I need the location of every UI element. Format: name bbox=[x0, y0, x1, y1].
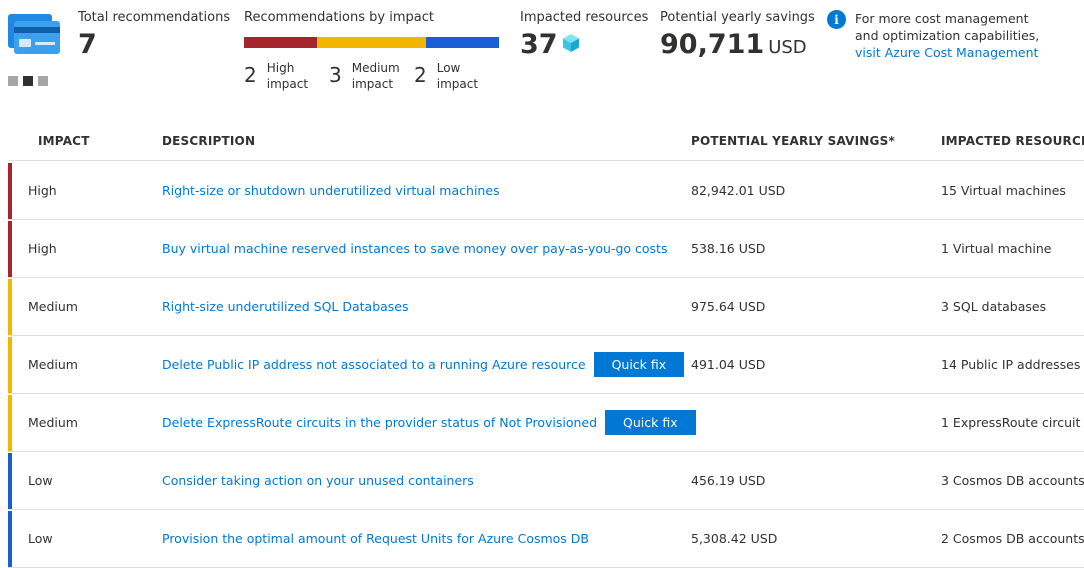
description-cell: Provision the optimal amount of Request … bbox=[162, 510, 589, 567]
pager-dot-3[interactable] bbox=[38, 76, 48, 86]
total-recommendations-value: 7 bbox=[78, 29, 97, 60]
impact-bar-high bbox=[244, 37, 317, 48]
description-cell: Right-size or shutdown underutilized vir… bbox=[162, 162, 500, 219]
impact-bar-low bbox=[426, 37, 499, 48]
resources-cell: 14 Public IP addresses bbox=[941, 357, 1081, 372]
pager-dot-2[interactable] bbox=[23, 76, 33, 86]
potential-savings-value: 90,711 bbox=[660, 29, 765, 60]
recommendation-link[interactable]: Delete Public IP address not associated … bbox=[162, 357, 586, 372]
savings-cell: 456.19 USD bbox=[691, 473, 766, 488]
description-cell: Buy virtual machine reserved instances t… bbox=[162, 220, 667, 277]
impact-cell: Medium bbox=[28, 357, 78, 372]
impact-cell: Medium bbox=[28, 415, 78, 430]
info-icon: i bbox=[827, 10, 846, 29]
total-recommendations-label: Total recommendations bbox=[78, 10, 231, 25]
header-divider bbox=[8, 160, 1084, 161]
description-cell: Consider taking action on your unused co… bbox=[162, 452, 474, 509]
resources-cell: 1 Virtual machine bbox=[941, 241, 1052, 256]
impact-indicator bbox=[8, 337, 12, 393]
description-cell: Right-size underutilized SQL Databases bbox=[162, 278, 409, 335]
savings-cell: 975.64 USD bbox=[691, 299, 766, 314]
impacted-resources-label: Impacted resources bbox=[520, 10, 649, 25]
description-cell: Delete Public IP address not associated … bbox=[162, 336, 685, 393]
column-header-savings[interactable]: POTENTIAL YEARLY SAVINGS* bbox=[691, 134, 895, 148]
column-header-resources[interactable]: IMPACTED RESOURCES bbox=[941, 134, 1084, 148]
impact-indicator bbox=[8, 163, 12, 219]
table-row[interactable]: Medium Right-size underutilized SQL Data… bbox=[8, 278, 1084, 336]
column-header-impact[interactable]: IMPACT bbox=[38, 134, 90, 148]
azure-cost-management-link[interactable]: visit Azure Cost Management bbox=[855, 44, 1039, 61]
quick-fix-button[interactable]: Quick fix bbox=[593, 352, 685, 377]
impact-cell: Low bbox=[28, 473, 53, 488]
potential-savings-amount: 90,711 USD bbox=[660, 31, 807, 58]
savings-cell: 82,942.01 USD bbox=[691, 183, 786, 198]
impact-distribution-bar bbox=[244, 37, 499, 48]
table-row[interactable]: Low Consider taking action on your unuse… bbox=[8, 452, 1084, 510]
cube-icon bbox=[563, 34, 579, 52]
table-row[interactable]: Medium Delete ExpressRoute circuits in t… bbox=[8, 394, 1084, 452]
impact-cell: Medium bbox=[28, 299, 78, 314]
potential-savings-unit: USD bbox=[768, 37, 807, 58]
impact-indicator bbox=[8, 511, 12, 567]
recommendation-link[interactable]: Consider taking action on your unused co… bbox=[162, 473, 474, 488]
impact-indicator bbox=[8, 221, 12, 277]
quick-fix-button[interactable]: Quick fix bbox=[605, 410, 696, 435]
carousel-pager bbox=[8, 76, 48, 86]
impact-cell: High bbox=[28, 183, 57, 198]
resources-cell: 3 SQL databases bbox=[941, 299, 1047, 314]
recommendation-link[interactable]: Provision the optimal amount of Request … bbox=[162, 531, 589, 546]
impacted-resources-value: 37 bbox=[520, 29, 558, 60]
table-row[interactable]: High Buy virtual machine reserved instan… bbox=[8, 220, 1084, 278]
recommendation-link[interactable]: Buy virtual machine reserved instances t… bbox=[162, 241, 667, 256]
description-cell: Delete ExpressRoute circuits in the prov… bbox=[162, 394, 696, 451]
impact-indicator bbox=[8, 395, 12, 451]
recommendations-by-impact-label: Recommendations by impact bbox=[244, 10, 434, 25]
pager-dot-1[interactable] bbox=[8, 76, 18, 86]
impact-cell: Low bbox=[28, 531, 53, 546]
credit-card-icon bbox=[8, 14, 60, 54]
high-impact-count: 2 High impact bbox=[244, 61, 309, 91]
potential-savings-label: Potential yearly savings bbox=[660, 10, 815, 25]
cost-management-info: For more cost management and optimizatio… bbox=[855, 11, 1040, 61]
savings-cell: 5,308.42 USD bbox=[691, 531, 778, 546]
impact-indicator bbox=[8, 453, 12, 509]
recommendation-link[interactable]: Right-size or shutdown underutilized vir… bbox=[162, 183, 500, 198]
resources-cell: 15 Virtual machines bbox=[941, 183, 1066, 198]
low-impact-count: 2 Low impact bbox=[414, 61, 479, 91]
impact-cell: High bbox=[28, 241, 57, 256]
column-header-description[interactable]: DESCRIPTION bbox=[162, 134, 255, 148]
resources-cell: 1 ExpressRoute circuit bbox=[941, 415, 1081, 430]
impact-indicator bbox=[8, 279, 12, 335]
table-row[interactable]: High Right-size or shutdown underutilize… bbox=[8, 162, 1084, 220]
impact-bar-medium bbox=[316, 37, 427, 48]
savings-cell: 491.04 USD bbox=[691, 357, 766, 372]
resources-cell: 3 Cosmos DB accounts bbox=[941, 473, 1084, 488]
recommendation-link[interactable]: Right-size underutilized SQL Databases bbox=[162, 299, 409, 314]
table-row[interactable]: Medium Delete Public IP address not asso… bbox=[8, 336, 1084, 394]
recommendation-link[interactable]: Delete ExpressRoute circuits in the prov… bbox=[162, 415, 597, 430]
resources-cell: 2 Cosmos DB accounts bbox=[941, 531, 1084, 546]
savings-cell: 538.16 USD bbox=[691, 241, 766, 256]
table-row[interactable]: Low Provision the optimal amount of Requ… bbox=[8, 510, 1084, 568]
medium-impact-count: 3 Medium impact bbox=[329, 61, 400, 91]
